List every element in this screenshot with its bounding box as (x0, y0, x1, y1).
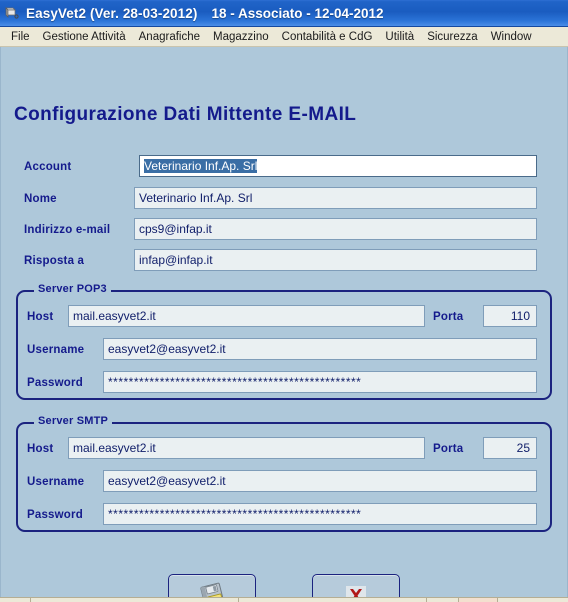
smtp-host-input[interactable]: mail.easyvet2.it (68, 437, 425, 459)
menu-item-file[interactable]: File (5, 30, 37, 44)
account-label: Account (24, 161, 72, 173)
nome-input[interactable]: Veterinario Inf.Ap. Srl (134, 187, 537, 209)
menu-item-contabilita-e-cdg[interactable]: Contabilità e CdG (276, 30, 380, 44)
window-title: EasyVet2 (Ver. 28-03-2012) (26, 5, 198, 21)
statusbar-segment (498, 598, 568, 602)
indirizzo-email-input-value: cps9@infap.it (139, 222, 212, 236)
smtp-password-input[interactable]: ****************************************… (103, 503, 537, 525)
smtp-host-label: Host (27, 443, 54, 455)
menu-item-sicurezza[interactable]: Sicurezza (421, 30, 485, 44)
pop3-porta-label: Porta (433, 311, 464, 323)
smtp-porta-label: Porta (433, 443, 464, 455)
nome-input-value: Veterinario Inf.Ap. Srl (139, 191, 253, 205)
server-smtp-legend: Server SMTP (34, 415, 113, 427)
menu-item-magazzino[interactable]: Magazzino (207, 30, 276, 44)
indirizzo-email-input[interactable]: cps9@infap.it (134, 218, 537, 240)
pop3-host-label: Host (27, 311, 54, 323)
nome-label: Nome (24, 193, 57, 205)
smtp-username-input[interactable]: easyvet2@easyvet2.it (103, 470, 537, 492)
indirizzo-email-label: Indirizzo e-mail (24, 224, 111, 236)
pop3-password-input-value: ****************************************… (108, 375, 362, 389)
statusbar-segment (31, 598, 240, 602)
menubar: File Gestione Attività Anagrafiche Magaz… (0, 27, 568, 47)
risposta-a-input[interactable]: infap@infap.it (134, 249, 537, 271)
window-title-subtitle: 18 - Associato - 12-04-2012 (211, 5, 384, 21)
risposta-a-input-value: infap@infap.it (139, 253, 213, 267)
server-pop3-legend: Server POP3 (34, 283, 111, 295)
app-window-icon (5, 7, 19, 19)
pop3-host-input-value: mail.easyvet2.it (73, 309, 156, 323)
pop3-username-input[interactable]: easyvet2@easyvet2.it (103, 338, 537, 360)
pop3-host-input[interactable]: mail.easyvet2.it (68, 305, 425, 327)
smtp-porta-input[interactable]: 25 (483, 437, 537, 459)
statusbar-segment (458, 598, 499, 602)
window-titlebar[interactable]: EasyVet2 (Ver. 28-03-2012) 18 - Associat… (0, 0, 568, 27)
smtp-username-label: Username (27, 476, 85, 488)
smtp-password-label: Password (27, 509, 83, 521)
account-input-value: Veterinario Inf.Ap. Srl (144, 159, 258, 173)
menu-item-utilita[interactable]: Utilità (379, 30, 421, 44)
statusbar-segment (239, 598, 427, 602)
smtp-porta-input-value: 25 (516, 441, 530, 455)
pop3-password-label: Password (27, 377, 83, 389)
page-title: Configurazione Dati Mittente E-MAIL (14, 104, 357, 125)
pop3-password-input[interactable]: ****************************************… (103, 371, 537, 393)
menu-item-window[interactable]: Window (485, 30, 539, 44)
pop3-username-label: Username (27, 344, 85, 356)
smtp-host-input-value: mail.easyvet2.it (73, 441, 156, 455)
account-input[interactable]: Veterinario Inf.Ap. Srl (139, 155, 537, 177)
pop3-porta-input[interactable]: 110 (483, 305, 537, 327)
menu-item-gestione-attivita[interactable]: Gestione Attività (37, 30, 133, 44)
menu-item-anagrafiche[interactable]: Anagrafiche (133, 30, 207, 44)
smtp-password-input-value: ****************************************… (108, 507, 362, 521)
form-client-area: Configurazione Dati Mittente E-MAIL Acco… (0, 47, 568, 602)
statusbar-segment (0, 598, 31, 602)
statusbar-segment (427, 598, 459, 602)
pop3-porta-input-value: 110 (510, 309, 530, 323)
risposta-a-label: Risposta a (24, 255, 85, 267)
smtp-username-input-value: easyvet2@easyvet2.it (108, 474, 226, 488)
pop3-username-input-value: easyvet2@easyvet2.it (108, 342, 226, 356)
statusbar (0, 597, 568, 602)
